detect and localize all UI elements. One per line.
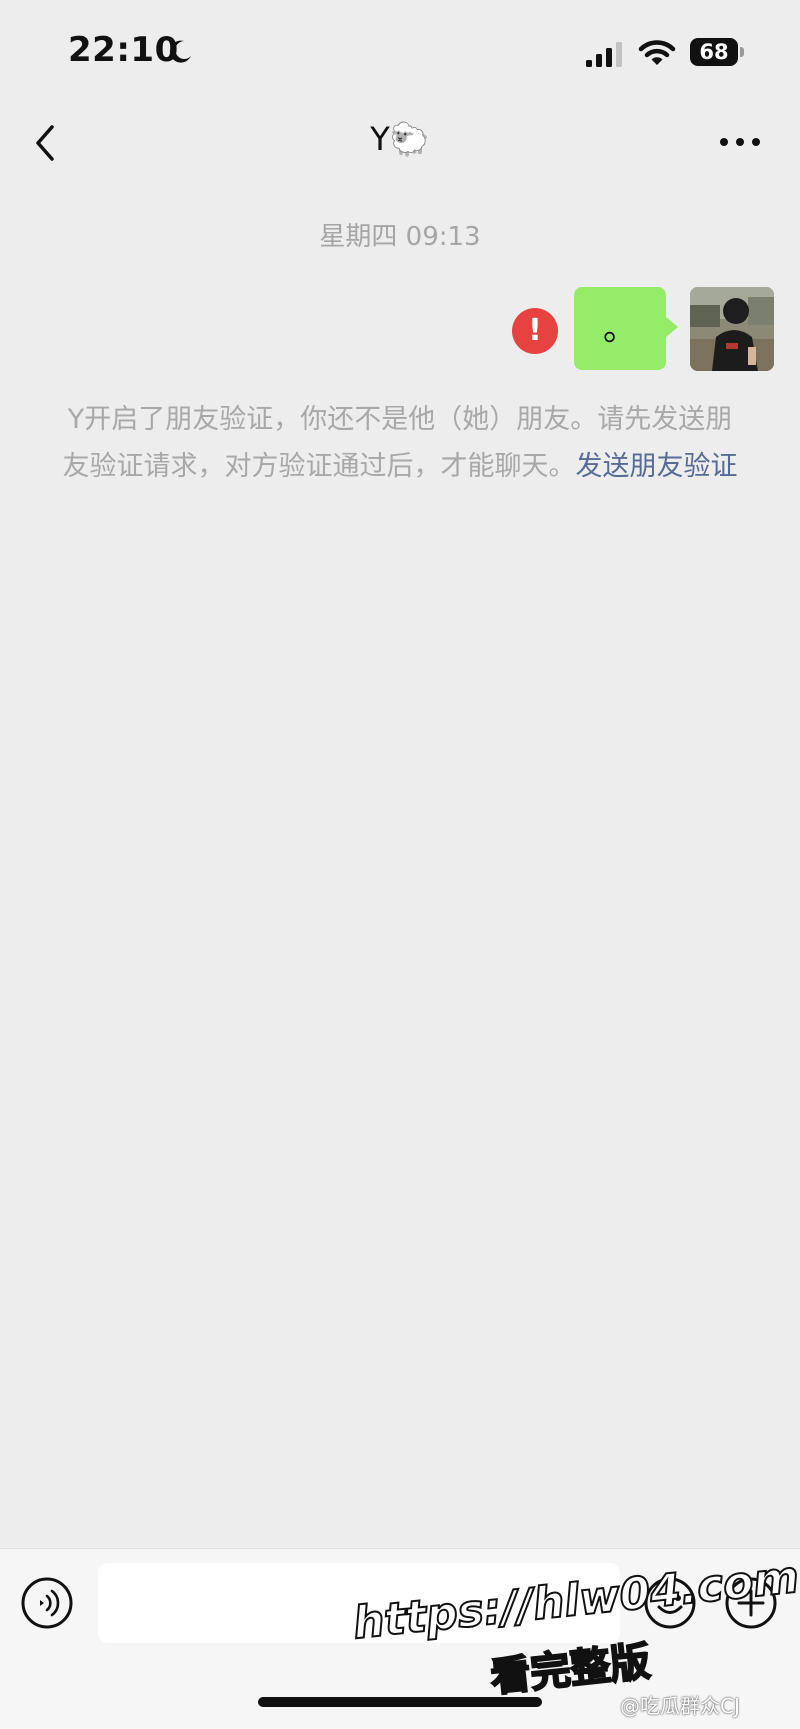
chat-screen: 22:10 68 Y🐑 星期四 09:13 ! 。 Y开启了朋友验证，你还不是他… [0, 0, 800, 1729]
status-bar: 22:10 68 [0, 0, 800, 100]
avatar-photo [690, 287, 774, 371]
friend-verification-notice: Y开启了朋友验证，你还不是他（她）朋友。请先发送朋友验证请求，对方验证通过后，才… [60, 396, 740, 490]
message-timestamp: 星期四 09:13 [319, 222, 481, 252]
battery-level: 68 [699, 40, 729, 64]
wifi-icon [638, 40, 676, 65]
avatar[interactable] [690, 287, 774, 371]
chat-title: Y🐑 [370, 120, 430, 158]
error-icon[interactable]: ! [512, 308, 558, 354]
nav-bar: Y🐑 [0, 100, 800, 190]
status-time: 22:10 [68, 30, 179, 70]
message-text: 。 [603, 309, 637, 349]
battery-tip [740, 47, 744, 57]
moon-icon [169, 40, 191, 63]
send-verification-link[interactable]: 发送朋友验证 [576, 451, 738, 482]
more-dots-icon[interactable] [715, 122, 765, 162]
battery-icon: 68 [690, 38, 744, 66]
chevron-left-icon[interactable] [26, 118, 66, 168]
message-bubble[interactable]: 。 [574, 287, 678, 370]
watermark-source: @吃瓜群众CJ [620, 1694, 740, 1718]
signal-icon [586, 42, 622, 67]
voice-icon[interactable] [20, 1576, 74, 1630]
